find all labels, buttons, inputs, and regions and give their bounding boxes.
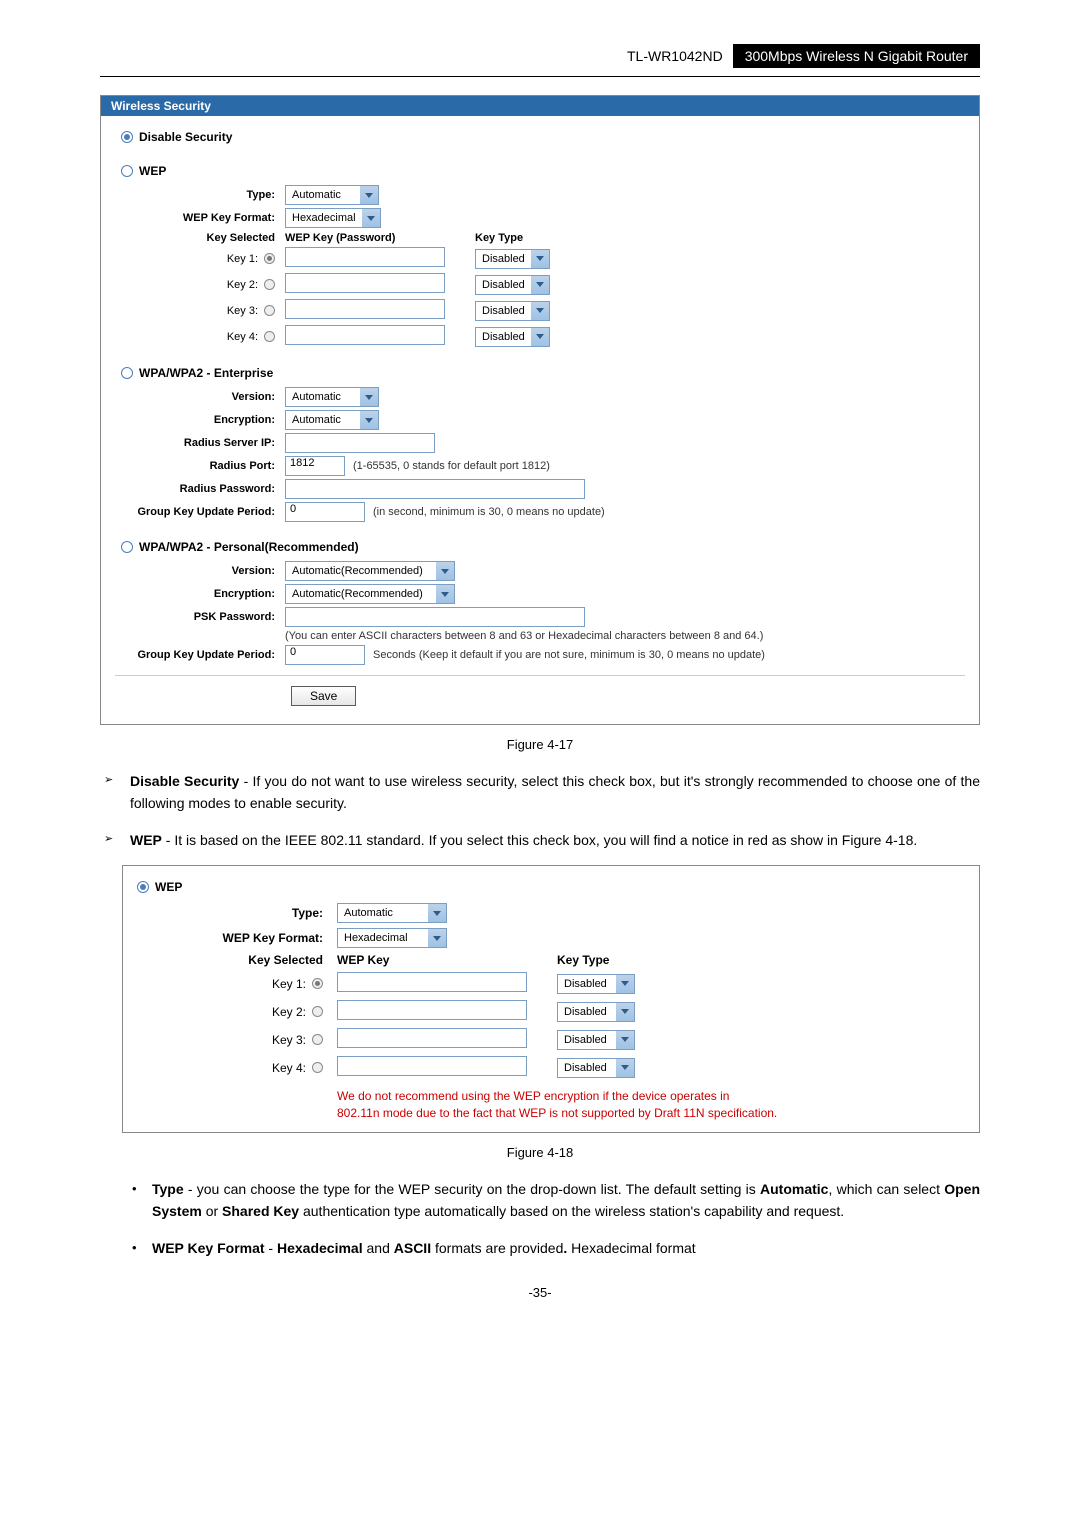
wep-title: WEP bbox=[139, 164, 166, 178]
chevron-down-icon bbox=[531, 328, 549, 346]
wep2-key3-input[interactable] bbox=[337, 1028, 527, 1048]
radio-key1[interactable] bbox=[264, 253, 275, 264]
chevron-down-icon bbox=[531, 302, 549, 320]
triangle-bullet-icon: ➢ bbox=[104, 770, 114, 815]
wep2-key2-input[interactable] bbox=[337, 1000, 527, 1020]
radio-key1b[interactable] bbox=[312, 978, 323, 989]
chevron-down-icon bbox=[428, 929, 446, 947]
wep-type-label: Type: bbox=[115, 189, 285, 201]
chevron-down-icon bbox=[616, 975, 634, 993]
wep-key1-type[interactable]: Disabled bbox=[475, 249, 550, 269]
chevron-down-icon bbox=[616, 1003, 634, 1021]
wep-key-header: WEP Key (Password) bbox=[285, 232, 475, 244]
ent-group-period-input[interactable]: 0 bbox=[285, 502, 365, 522]
wep-key4-type[interactable]: Disabled bbox=[475, 327, 550, 347]
radio-key2[interactable] bbox=[264, 279, 275, 290]
chevron-down-icon bbox=[436, 562, 454, 580]
triangle-bullet-icon: ➢ bbox=[104, 829, 114, 851]
per-group-period-input[interactable]: 0 bbox=[285, 645, 365, 665]
per-encryption-select[interactable]: Automatic(Recommended) bbox=[285, 584, 455, 604]
wep2-key4-input[interactable] bbox=[337, 1056, 527, 1076]
radius-ip-input[interactable] bbox=[285, 433, 435, 453]
chevron-down-icon bbox=[360, 411, 378, 429]
panel-title: Wireless Security bbox=[101, 96, 979, 116]
chevron-down-icon bbox=[360, 388, 378, 406]
chevron-down-icon bbox=[616, 1031, 634, 1049]
dot-bullet-icon: • bbox=[132, 1237, 142, 1259]
chevron-down-icon bbox=[362, 209, 380, 227]
radio-wep-selected[interactable] bbox=[137, 881, 149, 893]
wep-key4-input[interactable] bbox=[285, 325, 445, 345]
wep2-key3-type[interactable]: Disabled bbox=[557, 1030, 635, 1050]
wep-notice-panel: WEP Type: Automatic WEP Key Format: Hexa… bbox=[122, 865, 980, 1133]
sub-wep-format: WEP Key Format - Hexadecimal and ASCII f… bbox=[152, 1237, 980, 1259]
figure-caption-1: Figure 4-17 bbox=[100, 737, 980, 752]
chevron-down-icon bbox=[616, 1059, 634, 1077]
sub-type: Type - you can choose the type for the W… bbox=[152, 1178, 980, 1223]
doc-product: 300Mbps Wireless N Gigabit Router bbox=[733, 44, 980, 68]
figure-caption-2: Figure 4-18 bbox=[100, 1145, 980, 1160]
wep2-type-select[interactable]: Automatic bbox=[337, 903, 447, 923]
per-version-select[interactable]: Automatic(Recommended) bbox=[285, 561, 455, 581]
radio-key4b[interactable] bbox=[312, 1062, 323, 1073]
radius-port-input[interactable]: 1812 bbox=[285, 456, 345, 476]
wireless-security-panel: Wireless Security Disable Security WEP T… bbox=[100, 95, 980, 725]
dot-bullet-icon: • bbox=[132, 1178, 142, 1223]
chevron-down-icon bbox=[360, 186, 378, 204]
wep2-key1-input[interactable] bbox=[337, 972, 527, 992]
header-rule bbox=[100, 76, 980, 77]
disable-security-label: Disable Security bbox=[139, 130, 232, 144]
radio-key2b[interactable] bbox=[312, 1006, 323, 1017]
page-number: -35- bbox=[100, 1285, 980, 1300]
chevron-down-icon bbox=[428, 904, 446, 922]
chevron-down-icon bbox=[436, 585, 454, 603]
radio-enterprise[interactable] bbox=[121, 367, 133, 379]
wep-key3-type[interactable]: Disabled bbox=[475, 301, 550, 321]
wep2-key2-type[interactable]: Disabled bbox=[557, 1002, 635, 1022]
enterprise-title: WPA/WPA2 - Enterprise bbox=[139, 366, 273, 380]
wep-key2-input[interactable] bbox=[285, 273, 445, 293]
key-type-header: Key Type bbox=[475, 232, 523, 244]
wep-key1-input[interactable] bbox=[285, 247, 445, 267]
chevron-down-icon bbox=[531, 276, 549, 294]
ent-version-select[interactable]: Automatic bbox=[285, 387, 379, 407]
wep-type-select[interactable]: Automatic bbox=[285, 185, 379, 205]
chevron-down-icon bbox=[531, 250, 549, 268]
radio-key3[interactable] bbox=[264, 305, 275, 316]
wep2-key4-type[interactable]: Disabled bbox=[557, 1058, 635, 1078]
wep2-key1-type[interactable]: Disabled bbox=[557, 974, 635, 994]
radius-password-input[interactable] bbox=[285, 479, 585, 499]
doc-model: TL-WR1042ND bbox=[627, 48, 723, 64]
wep-format-select[interactable]: Hexadecimal bbox=[285, 208, 381, 228]
wep2-format-select[interactable]: Hexadecimal bbox=[337, 928, 447, 948]
bullet-disable-security: Disable Security - If you do not want to… bbox=[130, 770, 980, 815]
radio-key4[interactable] bbox=[264, 331, 275, 342]
radio-wep[interactable] bbox=[121, 165, 133, 177]
bullet-wep: WEP - It is based on the IEEE 802.11 sta… bbox=[130, 829, 980, 851]
personal-title: WPA/WPA2 - Personal(Recommended) bbox=[139, 540, 359, 554]
psk-password-input[interactable] bbox=[285, 607, 585, 627]
save-button[interactable]: Save bbox=[291, 686, 356, 706]
radio-key3b[interactable] bbox=[312, 1034, 323, 1045]
radio-disable-security[interactable] bbox=[121, 131, 133, 143]
wep-key2-type[interactable]: Disabled bbox=[475, 275, 550, 295]
key-selected-header: Key Selected bbox=[115, 232, 285, 244]
wep-format-label: WEP Key Format: bbox=[115, 212, 285, 224]
ent-encryption-select[interactable]: Automatic bbox=[285, 410, 379, 430]
radio-personal[interactable] bbox=[121, 541, 133, 553]
wep-warning-text: We do not recommend using the WEP encryp… bbox=[337, 1084, 965, 1122]
wep-key3-input[interactable] bbox=[285, 299, 445, 319]
wep-title-2: WEP bbox=[155, 880, 182, 894]
